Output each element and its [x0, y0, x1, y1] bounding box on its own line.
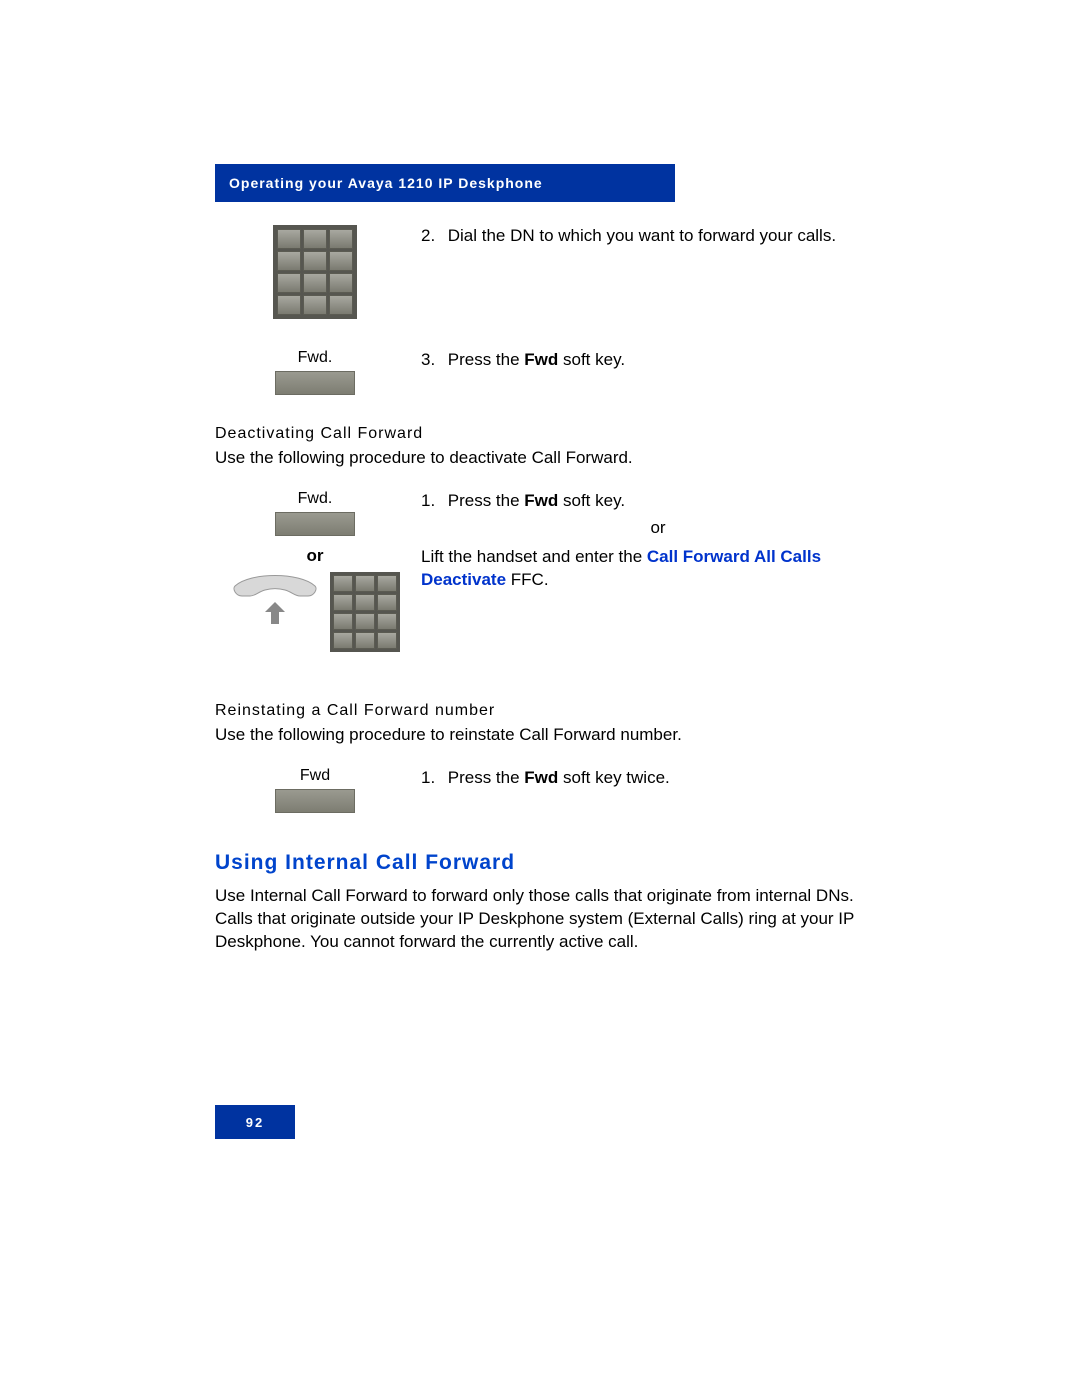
step-3-number: 3.: [421, 349, 443, 372]
deact-s1-pre: Press the: [448, 491, 525, 510]
deactivate-intro: Use the following procedure to deactivat…: [215, 447, 855, 470]
internal-body: Use Internal Call Forward to forward onl…: [215, 885, 855, 954]
step-2-row: 2. Dial the DN to which you want to forw…: [215, 225, 855, 319]
header-bar: Operating your Avaya 1210 IP Deskphone: [215, 164, 675, 202]
reinst-fwd-label: Fwd: [215, 767, 415, 785]
or-label: or: [215, 546, 415, 566]
softkey-icon: [275, 512, 355, 536]
reinst-step-num: 1.: [421, 767, 443, 790]
step-2-number: 2.: [421, 225, 443, 248]
step-3-row: Fwd. 3. Press the Fwd soft key.: [215, 349, 855, 395]
footer-page-bar: 92: [215, 1105, 295, 1139]
softkey-icon: [275, 789, 355, 813]
step-3-icon-col: Fwd.: [215, 349, 415, 395]
step-3-text: 3. Press the Fwd soft key.: [415, 349, 855, 372]
reinst-s1-pre: Press the: [448, 768, 525, 787]
internal-heading: Using Internal Call Forward: [215, 851, 855, 875]
step-3-post: soft key.: [558, 350, 625, 369]
reinstate-intro: Use the following procedure to reinstate…: [215, 724, 855, 747]
deact-s1b-pre: Lift the handset and enter the: [421, 547, 647, 566]
page: Operating your Avaya 1210 IP Deskphone 2…: [0, 0, 1080, 1397]
reinst-icon-col: Fwd: [215, 767, 415, 813]
header-title: Operating your Avaya 1210 IP Deskphone: [229, 175, 543, 191]
softkey-icon: [275, 371, 355, 395]
keypad-icon: [330, 572, 400, 652]
step-2-body: Dial the DN to which you want to forward…: [448, 226, 836, 245]
reinstate-heading: Reinstating a Call Forward number: [215, 702, 855, 720]
or-text: or: [461, 517, 855, 540]
reinst-s1-post: soft key twice.: [558, 768, 669, 787]
content-area: 2. Dial the DN to which you want to forw…: [215, 225, 855, 974]
deact-step-row: Fwd. or: [215, 490, 855, 652]
deact-text-col: 1. Press the Fwd soft key. or Lift the h…: [415, 490, 855, 592]
reinst-s1-bold: Fwd: [524, 768, 558, 787]
step-3-pre: Press the: [448, 350, 525, 369]
deact-s1b-post: FFC.: [506, 570, 549, 589]
step-2-text: 2. Dial the DN to which you want to forw…: [415, 225, 855, 248]
keypad-icon-col: [215, 225, 415, 319]
fwd-label: Fwd.: [215, 349, 415, 367]
step-3-bold: Fwd: [524, 350, 558, 369]
reinst-step-row: Fwd 1. Press the Fwd soft key twice.: [215, 767, 855, 813]
keypad-icon: [273, 225, 357, 319]
deact-s1-bold: Fwd: [524, 491, 558, 510]
deactivate-heading: Deactivating Call Forward: [215, 425, 855, 443]
deact-fwd-label: Fwd.: [215, 490, 415, 508]
handset-keypad-row: [215, 572, 415, 652]
deact-s1-post: soft key.: [558, 491, 625, 510]
reinst-text-col: 1. Press the Fwd soft key twice.: [415, 767, 855, 790]
page-number: 92: [246, 1115, 264, 1130]
handset-icon: [230, 572, 320, 632]
deact-step-num: 1.: [421, 490, 443, 513]
deact-icon-col: Fwd. or: [215, 490, 415, 652]
